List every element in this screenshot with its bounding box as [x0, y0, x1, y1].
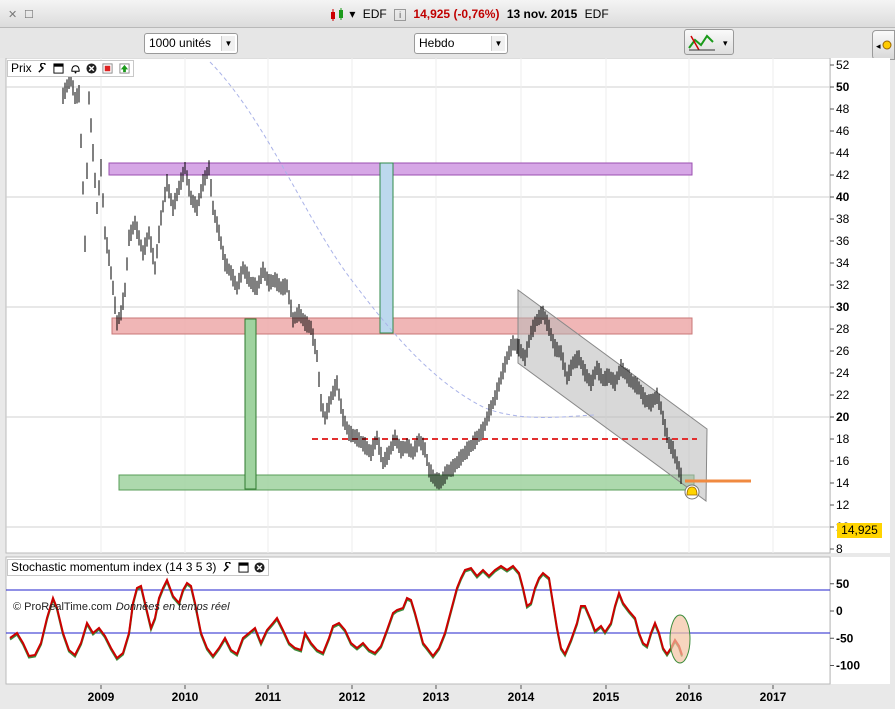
price-tick-label: 36 [836, 234, 850, 248]
info-icon[interactable]: i [394, 8, 407, 21]
drawing-tools-button[interactable]: ▾ [684, 29, 734, 55]
smi-tick-label: 0 [836, 604, 843, 618]
price-tick-label: 48 [836, 102, 850, 116]
title-instrument: EDF [362, 7, 387, 21]
price-tick-label: 32 [836, 278, 850, 292]
x-tick-label: 2013 [423, 690, 450, 704]
wrench-icon[interactable] [222, 562, 233, 573]
units-select[interactable]: 1000 unités ▼ [144, 33, 238, 54]
realtime-note: Données en temps réel [115, 601, 230, 613]
svg-text:▾: ▾ [723, 38, 728, 48]
alarm-bell-icon[interactable] [684, 484, 700, 500]
indicator-panel-title: Stochastic momentum index (14 3 5 3) [11, 560, 217, 574]
price-tick-label: 26 [836, 344, 850, 358]
candlestick-icon [331, 7, 343, 21]
price-tick-label: 24 [836, 366, 850, 380]
side-panel-icon: ◂ [876, 40, 892, 51]
measure-box-green [244, 318, 257, 490]
smi-highlight-ellipse [669, 614, 691, 664]
chart-area: 52 50 48 46 44 42 40 38 36 34 32 30 28 26 24 22 20 18 16 14… [5, 57, 890, 706]
chevron-down-icon: ▼ [491, 36, 505, 51]
period-select[interactable]: Hebdo ▼ [414, 33, 508, 54]
x-tick-label: 2016 [676, 690, 703, 704]
units-select-value: 1000 unités [149, 36, 212, 50]
price-tick-label: 16 [836, 454, 850, 468]
x-tick-label: 2017 [760, 690, 787, 704]
copyright-text: © ProRealTime.com [13, 601, 112, 613]
resistance-zone-pink [111, 317, 693, 335]
price-tick-label: 22 [836, 388, 850, 402]
support-zone-green [118, 474, 695, 491]
wrench-icon[interactable] [37, 63, 48, 74]
price-tick-label: 28 [836, 322, 850, 336]
smi-tick-label: -100 [836, 659, 860, 673]
window-icon[interactable] [53, 63, 64, 74]
red-square-icon[interactable] [102, 63, 113, 74]
price-tick-label: 8 [836, 542, 843, 556]
x-tick-label: 2011 [255, 690, 281, 704]
copyright-note: © ProRealTime.com Données en temps réel [13, 601, 230, 613]
close-icon[interactable] [86, 63, 97, 74]
price-tick-label: 20 [836, 410, 850, 424]
x-tick-label: 2014 [508, 690, 535, 704]
measure-box-blue [379, 162, 394, 334]
price-tick-label: 50 [836, 80, 850, 94]
close-window-icon[interactable]: ✕ [8, 8, 17, 21]
period-select-value: Hebdo [419, 36, 455, 50]
resistance-zone-purple [108, 162, 693, 176]
drawing-tools-icon: ▾ [688, 34, 728, 51]
close-icon[interactable] [254, 562, 266, 573]
price-tick-label: 38 [836, 212, 850, 226]
x-axis-background [6, 685, 830, 706]
price-tick-label: 52 [836, 58, 850, 72]
price-tick-label: 40 [836, 190, 850, 204]
price-tick-label: 30 [836, 300, 850, 314]
alarm-icon[interactable] [70, 63, 81, 74]
title-bar: ✕ ☐ ▾ EDF i 14,925 (-0,76%) 13 nov. 2015… [0, 0, 895, 28]
dropdown-arrow-icon[interactable]: ▾ [349, 7, 355, 21]
x-tick-label: 2010 [172, 690, 199, 704]
price-tick-label: 34 [836, 256, 850, 270]
price-tick-label: 46 [836, 124, 850, 138]
price-tick-label: 42 [836, 168, 850, 182]
x-tick-label: 2009 [88, 690, 115, 704]
title-suffix: EDF [584, 7, 609, 21]
x-tick-label: 2015 [593, 690, 620, 704]
price-panel-title: Prix [11, 61, 32, 75]
maximize-window-icon[interactable]: ☐ [24, 8, 34, 21]
title-price: 14,925 (-0,76%) [413, 7, 500, 21]
green-arrow-icon[interactable] [119, 63, 130, 74]
indicator-panel-label: Stochastic momentum index (14 3 5 3) [7, 559, 270, 576]
svg-text:◂: ◂ [876, 41, 881, 51]
toolbar: 1000 unités ▼ Hebdo ▼ [0, 28, 895, 58]
window-icon[interactable] [238, 562, 249, 573]
price-panel-label: Prix [7, 60, 134, 77]
price-tick-label: 18 [836, 432, 850, 446]
side-panel-toggle[interactable]: ◂ [872, 30, 895, 60]
smi-tick-label: -50 [836, 631, 854, 645]
smi-tick-label: 50 [836, 577, 850, 591]
x-tick-label: 2012 [339, 690, 366, 704]
last-price-tag: 14,925 [837, 523, 882, 538]
price-tick-label: 12 [836, 498, 850, 512]
title-date: 13 nov. 2015 [506, 7, 578, 21]
price-tick-label: 14 [836, 476, 850, 490]
price-tick-label: 44 [836, 146, 850, 160]
window-title: ▾ EDF i 14,925 (-0,76%) 13 nov. 2015 EDF [330, 7, 613, 22]
chevron-down-icon: ▼ [221, 36, 235, 51]
